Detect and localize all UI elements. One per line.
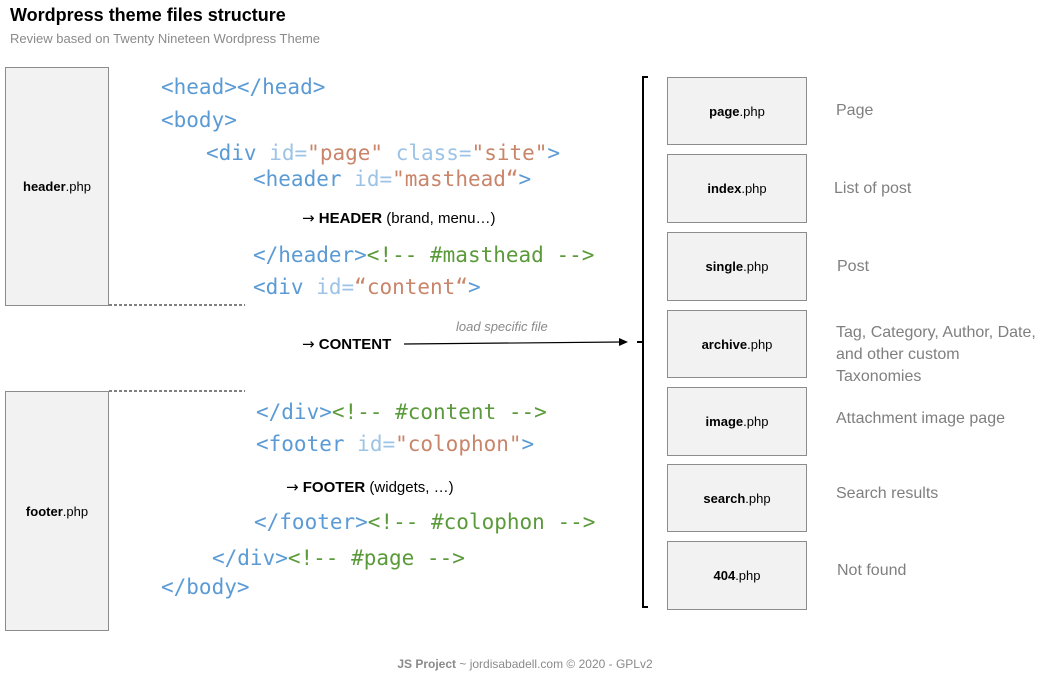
code-comment: <!-- #content --> bbox=[331, 400, 547, 424]
code-token: "site" bbox=[471, 141, 548, 165]
credit-project: JS Project bbox=[397, 657, 457, 671]
code-comment: <!-- #masthead --> bbox=[366, 243, 595, 267]
template-description: Page bbox=[836, 102, 874, 119]
load-label: load specific file bbox=[456, 319, 548, 334]
code-body-open: <body> bbox=[161, 108, 237, 132]
template-description: Search results bbox=[836, 485, 939, 502]
code-div-page: <div id="page" class="site"> bbox=[206, 143, 560, 164]
code-header-close: </header><!-- #masthead --> bbox=[253, 245, 594, 266]
code-token: </div> bbox=[256, 400, 332, 424]
load-arrow-head bbox=[619, 338, 628, 346]
code-token: class= bbox=[395, 141, 472, 165]
header-keyword: HEADER bbox=[318, 210, 383, 227]
code-head: <head></head> bbox=[161, 75, 326, 99]
code-token: <header bbox=[253, 167, 342, 191]
template-name: single bbox=[705, 259, 744, 274]
template-ext: .php bbox=[735, 568, 761, 583]
template-ext: .php bbox=[739, 103, 765, 119]
template-ext: .php bbox=[747, 336, 773, 352]
code-token: "masthead“ bbox=[392, 167, 519, 191]
arrow-right-icon: → bbox=[302, 335, 315, 353]
code-body-close: </body> bbox=[161, 575, 250, 599]
template-box-search: search .php bbox=[667, 464, 807, 532]
code-comment: <!-- #colophon --> bbox=[367, 510, 596, 534]
header-note-rest: (brand, menu…) bbox=[382, 210, 496, 227]
code-token: > bbox=[518, 167, 532, 191]
load-arrow-line bbox=[403, 341, 623, 345]
code-token: <footer bbox=[256, 432, 345, 456]
code-div-close: </div><!-- #content --> bbox=[256, 402, 547, 423]
code-token: id= bbox=[354, 167, 393, 191]
code-token: <div bbox=[253, 275, 304, 299]
code-token: id= bbox=[357, 432, 396, 456]
code-token: id= bbox=[316, 275, 355, 299]
template-ext: .php bbox=[743, 414, 769, 429]
template-name: 404 bbox=[713, 568, 736, 583]
code-token: > bbox=[467, 275, 481, 299]
template-box-404: 404 .php bbox=[667, 541, 807, 610]
footer-note-rest: (widgets, …) bbox=[365, 479, 454, 496]
arrow-right-icon: → bbox=[302, 209, 315, 227]
content-keyword: CONTENT bbox=[318, 336, 392, 353]
code-token: > bbox=[547, 141, 561, 165]
template-name: search bbox=[703, 490, 746, 506]
footer-keyword: FOOTER bbox=[302, 479, 366, 496]
code-token: id= bbox=[269, 141, 308, 165]
code-token: </footer> bbox=[254, 510, 368, 534]
code-footer-close: </footer><!-- #colophon --> bbox=[254, 512, 595, 533]
template-description: List of post bbox=[834, 180, 912, 197]
header-note: → HEADER (brand, menu…) bbox=[302, 209, 495, 227]
credit-rest: ~ jordisabadell.com © 2020 - GPLv2 bbox=[456, 657, 653, 671]
code-token: <div bbox=[206, 141, 257, 165]
template-name: index bbox=[707, 181, 742, 196]
template-box-image: image .php bbox=[667, 387, 807, 456]
templates-bracket bbox=[642, 76, 648, 608]
template-description: Attachment image page bbox=[836, 410, 1005, 427]
template-name: image bbox=[705, 414, 744, 429]
code-token: </header> bbox=[253, 243, 367, 267]
template-ext: .php bbox=[743, 259, 769, 274]
template-box-single: single .php bbox=[667, 232, 807, 301]
template-description: Not found bbox=[837, 562, 907, 579]
content-note: → CONTENT bbox=[302, 335, 391, 353]
code-div-page-close: </div><!-- #page --> bbox=[212, 548, 465, 569]
template-ext: .php bbox=[745, 490, 771, 506]
code-token: </div> bbox=[212, 546, 288, 570]
template-description: Tag, Category, Author, Date, and other c… bbox=[836, 324, 1036, 385]
footer-note: → FOOTER (widgets, …) bbox=[286, 478, 454, 496]
template-box-archive: archive .php bbox=[667, 310, 807, 378]
code-footer-open: <footer id="colophon"> bbox=[256, 434, 534, 455]
code-div-content: <div id=“content“> bbox=[253, 277, 481, 298]
template-ext: .php bbox=[741, 181, 767, 196]
template-name: page bbox=[709, 103, 740, 119]
template-name: archive bbox=[701, 336, 748, 352]
code-token: "colophon" bbox=[395, 432, 522, 456]
code-token: > bbox=[521, 432, 535, 456]
code-comment: <!-- #page --> bbox=[287, 546, 465, 570]
template-box-index: index .php bbox=[667, 154, 807, 223]
code-token: “content“ bbox=[354, 275, 468, 299]
credit-line: JS Project ~ jordisabadell.com © 2020 - … bbox=[0, 657, 1050, 671]
template-box-page: page .php bbox=[667, 77, 807, 145]
code-header-open: <header id="masthead“> bbox=[253, 169, 531, 190]
arrow-right-icon: → bbox=[286, 478, 299, 496]
template-description: Post bbox=[837, 258, 870, 275]
code-token: "page" bbox=[307, 141, 384, 165]
